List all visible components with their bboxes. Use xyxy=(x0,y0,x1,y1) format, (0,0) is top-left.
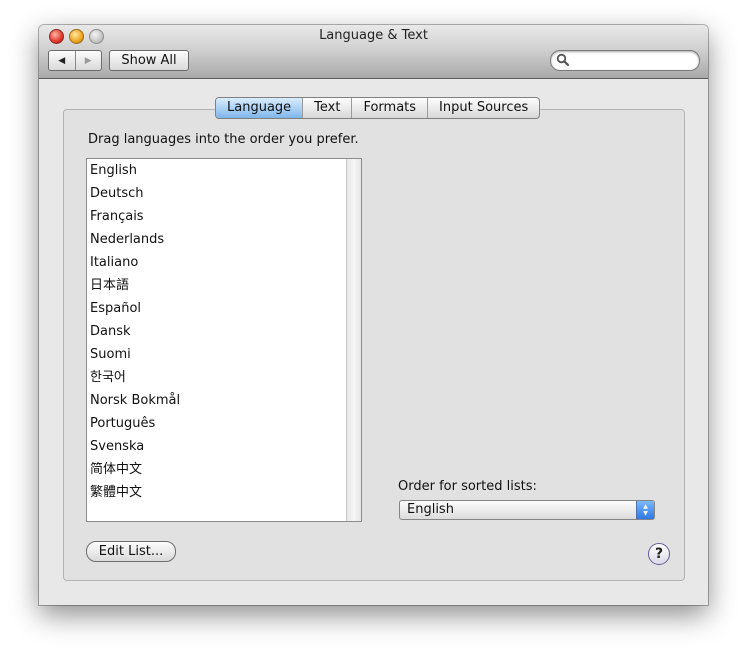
back-arrow-icon: ◀ xyxy=(58,55,66,66)
sorted-lists-popup[interactable]: English ▲ ▼ xyxy=(399,500,655,520)
language-list-item[interactable]: 简体中文 xyxy=(87,458,361,481)
edit-list-button[interactable]: Edit List... xyxy=(86,541,176,562)
title-bar: Language & Text ◀ ▶ Show All xyxy=(39,25,708,79)
language-list-item[interactable]: Nederlands xyxy=(87,228,361,251)
show-all-button[interactable]: Show All xyxy=(109,50,189,71)
list-scrollbar[interactable] xyxy=(346,159,361,521)
tab-language[interactable]: Language xyxy=(216,98,303,118)
navigation-buttons: ◀ ▶ xyxy=(48,50,102,71)
tab-formats[interactable]: Formats xyxy=(351,98,427,118)
language-list-item[interactable]: Português xyxy=(87,412,361,435)
forward-button[interactable]: ▶ xyxy=(76,51,102,70)
language-list-item[interactable]: Français xyxy=(87,205,361,228)
language-list-item[interactable]: Deutsch xyxy=(87,182,361,205)
tab-input-sources[interactable]: Input Sources xyxy=(427,98,539,118)
sorted-lists-value: English xyxy=(407,502,454,517)
language-list-item[interactable]: Español xyxy=(87,297,361,320)
tab-text[interactable]: Text xyxy=(302,98,351,118)
help-button[interactable]: ? xyxy=(648,543,670,565)
search-icon xyxy=(556,53,570,67)
search-field[interactable] xyxy=(550,50,700,71)
tab-bar: Language Text Formats Input Sources xyxy=(215,97,541,119)
tab-view: Drag languages into the order you prefer… xyxy=(63,109,685,581)
back-button[interactable]: ◀ xyxy=(49,51,76,70)
preference-pane: Drag languages into the order you prefer… xyxy=(39,79,708,605)
help-icon: ? xyxy=(654,546,664,562)
language-list-item[interactable]: Norsk Bokmål xyxy=(87,389,361,412)
popup-arrows-icon: ▲ ▼ xyxy=(636,501,654,519)
language-list-item[interactable]: 한국어 xyxy=(87,366,361,389)
language-list-item[interactable]: 繁體中文 xyxy=(87,481,361,504)
language-list-item[interactable]: 日本語 xyxy=(87,274,361,297)
language-list-item[interactable]: English xyxy=(87,159,361,182)
language-list[interactable]: English Deutsch Français Nederlands Italiano… xyxy=(86,158,362,522)
language-list-item[interactable]: Italiano xyxy=(87,251,361,274)
language-list-item[interactable]: Svenska xyxy=(87,435,361,458)
preferences-window: Language & Text ◀ ▶ Show All Drag langua… xyxy=(39,25,708,605)
language-list-item[interactable]: Suomi xyxy=(87,343,361,366)
language-list-item[interactable]: Dansk xyxy=(87,320,361,343)
drag-instruction: Drag languages into the order you prefer… xyxy=(88,132,359,147)
sorted-lists-label: Order for sorted lists: xyxy=(398,479,537,494)
window-title: Language & Text xyxy=(319,28,428,43)
forward-arrow-icon: ▶ xyxy=(84,55,92,66)
